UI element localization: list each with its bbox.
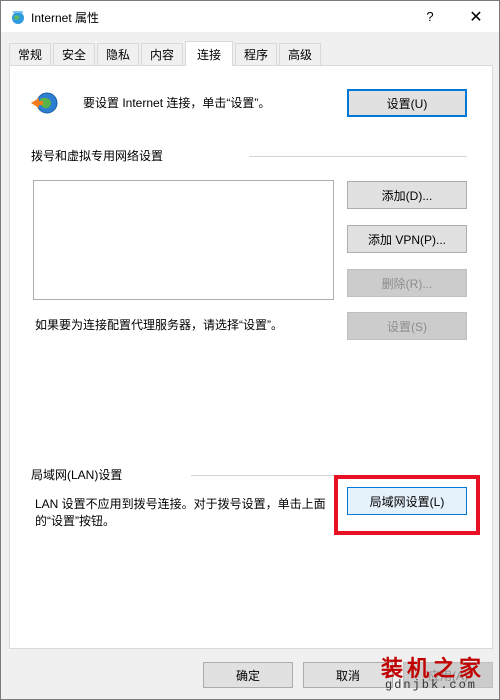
remove-button[interactable]: 删除(R)... — [347, 269, 467, 297]
tab-programs[interactable]: 程序 — [235, 43, 277, 65]
lan-description-line1: LAN 设置不应用到拨号连接。对于拨号设置，单击上面 — [35, 497, 326, 511]
internet-properties-window: Internet 属性 ? ✕ 常规 安全 隐私 内容 连接 程序 高级 要设置… — [0, 0, 500, 700]
add-connection-button[interactable]: 添加(D)... — [347, 181, 467, 209]
proxy-instruction: 如果要为连接配置代理服务器，请选择“设置”。 — [35, 318, 283, 332]
title-bar: Internet 属性 ? ✕ — [1, 1, 499, 32]
tab-security[interactable]: 安全 — [53, 43, 95, 65]
help-button[interactable]: ? — [407, 1, 453, 32]
close-button[interactable]: ✕ — [453, 1, 499, 32]
tab-privacy[interactable]: 隐私 — [97, 43, 139, 65]
lan-group-label: 局域网(LAN)设置 — [31, 468, 123, 482]
add-vpn-button[interactable]: 添加 VPN(P)... — [347, 225, 467, 253]
red-highlight-box — [334, 475, 480, 535]
dialup-separator — [249, 156, 467, 157]
connections-list[interactable] — [33, 180, 334, 300]
tab-advanced[interactable]: 高级 — [279, 43, 321, 65]
tab-connections[interactable]: 连接 — [185, 41, 233, 66]
watermark-url: gdnjbk.com — [385, 678, 478, 692]
internet-options-icon — [10, 9, 26, 25]
dialup-group-label: 拨号和虚拟专用网络设置 — [31, 149, 164, 163]
network-globe-icon — [31, 91, 61, 115]
tab-content[interactable]: 内容 — [141, 43, 183, 65]
connection-settings-button[interactable]: 设置(S) — [347, 312, 467, 340]
setup-instruction: 要设置 Internet 连接，单击“设置”。 — [83, 96, 271, 110]
cancel-button[interactable]: 取消 — [303, 662, 393, 688]
setup-button[interactable]: 设置(U) — [347, 89, 467, 117]
ok-button[interactable]: 确定 — [203, 662, 293, 688]
tab-general[interactable]: 常规 — [9, 43, 51, 65]
lan-description-line2: 的“设置”按钮。 — [35, 514, 115, 528]
window-title: Internet 属性 — [31, 11, 100, 25]
